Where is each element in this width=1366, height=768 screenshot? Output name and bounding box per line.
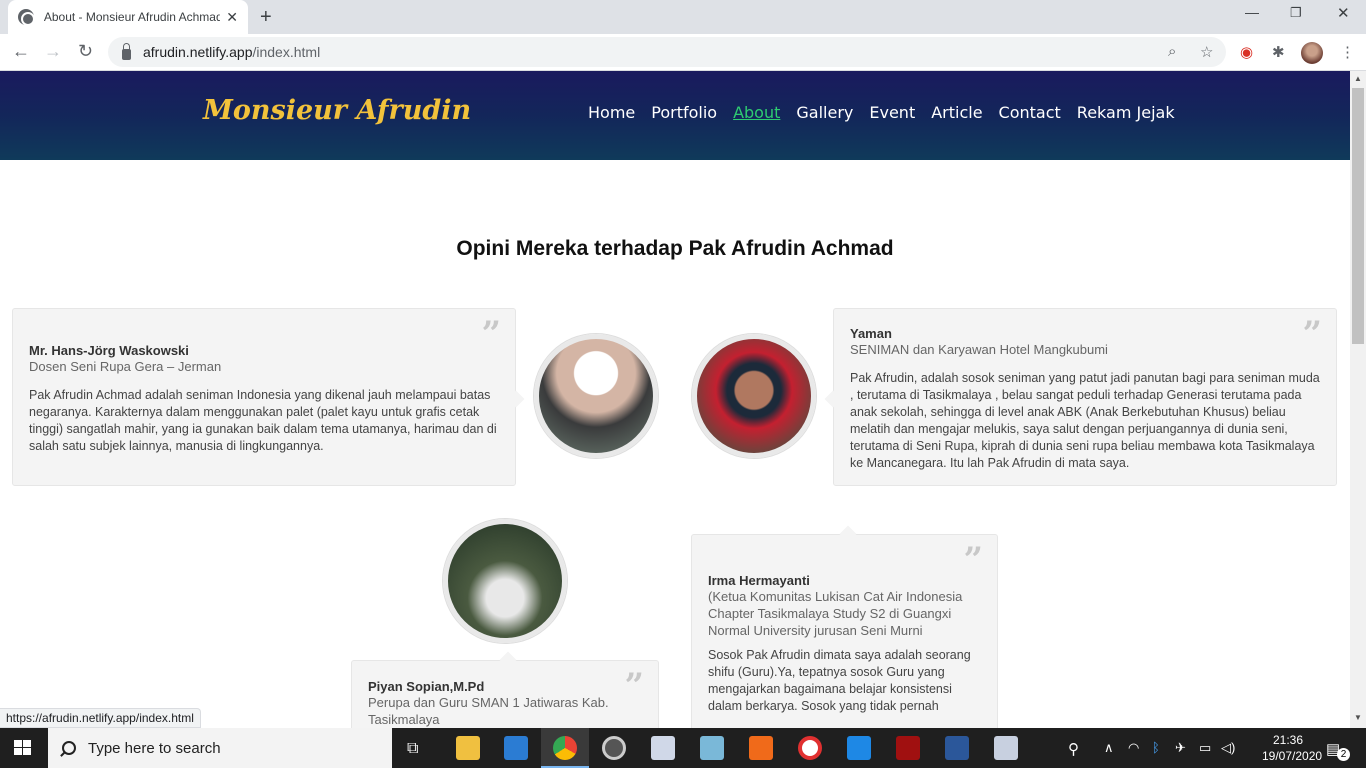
lock-icon [122,42,131,60]
card-pointer [499,651,517,669]
nav-contact[interactable]: Contact [999,103,1061,122]
status-link: https://afrudin.netlify.app/index.html [0,708,201,728]
scroll-down-icon[interactable]: ▼ [1354,713,1362,722]
quote-icon: ” [481,314,501,354]
site-brand[interactable]: Monsieur Afrudin [203,95,471,126]
section-heading: Opini Mereka terhadap Pak Afrudin Achmad [456,237,894,260]
menu-icon[interactable]: ⋮ [1340,43,1355,61]
card-pointer [824,390,842,408]
scrollbar-thumb[interactable] [1352,88,1364,344]
nav-portfolio[interactable]: Portfolio [651,103,717,122]
testimonial-card: ” Piyan Sopian,M.Pd Perupa dan Guru SMAN… [351,651,659,728]
testimonial-card: ” Yaman SENIMAN dan Karyawan Hotel Mangk… [824,308,1337,486]
extension-icon[interactable]: ◉ [1240,43,1253,61]
tab-title: About - Monsieur Afrudin Achmad [43,10,221,24]
notes-icon[interactable] [700,736,724,760]
zoom-icon[interactable]: ⌕ [1168,43,1176,60]
new-tab-icon[interactable]: + [260,6,272,29]
url-host: afrudin.netlify.app [143,44,253,60]
nav-about[interactable]: About [733,103,780,122]
paint-icon[interactable] [651,736,675,760]
nav-home[interactable]: Home [588,103,635,122]
clock-date: 19/07/2020 [1262,749,1323,763]
browser-tabbar: About - Monsieur Afrudin Achmad ✕ + — ❐ … [0,0,1366,34]
close-tab-icon[interactable]: ✕ [226,9,238,26]
url-path: /index.html [252,44,321,60]
avatar-hans [534,334,658,458]
nav-gallery[interactable]: Gallery [796,103,853,122]
bluetooth-icon[interactable]: ᛒ [1152,740,1160,755]
testimonial-name: Yaman [850,326,892,341]
quote-icon: ” [624,666,644,706]
testimonial-name: Irma Hermayanti [708,573,810,588]
search-icon [62,741,76,755]
browser-tab[interactable]: About - Monsieur Afrudin Achmad ✕ [8,0,248,34]
windows-taskbar: Type here to search ⧉ ⚲ ∧ ◠ ᛒ ✈ ▭ ◁) 21:… [0,728,1366,768]
notification-count: 2 [1337,748,1350,761]
paint3d-icon[interactable] [994,736,1018,760]
testimonial-role: (Ketua Komunitas Lukisan Cat Air Indones… [708,589,963,638]
testimonial-role: Perupa dan Guru SMAN 1 Jatiwaras Kab. Ta… [368,695,609,727]
file-explorer-icon[interactable] [456,736,480,760]
recorder-icon[interactable] [798,736,822,760]
windows-start-icon[interactable] [14,740,32,756]
testimonial-role: SENIMAN dan Karyawan Hotel Mangkubumi [850,342,1108,357]
testimonial-card: ” Mr. Hans-Jörg Waskowski Dosen Seni Rup… [12,308,525,486]
wifi-icon[interactable]: ◠ [1128,740,1139,756]
globe-icon [18,9,35,26]
word-icon[interactable] [945,736,969,760]
testimonial-text: Sosok Pak Afrudin dimata saya adalah seo… [708,648,971,713]
reload-icon[interactable]: ↻ [78,41,93,62]
battery-icon[interactable]: ▭ [1199,740,1211,756]
video-editor-icon[interactable] [847,736,871,760]
testimonial-text: Pak Afrudin Achmad adalah seniman Indone… [29,388,497,453]
profile-avatar[interactable] [1301,42,1323,64]
flash-icon[interactable] [896,736,920,760]
bookmark-star-icon[interactable]: ☆ [1200,43,1213,61]
taskbar-search[interactable]: Type here to search [48,728,392,768]
nav-rekam-jejak[interactable]: Rekam Jejak [1077,103,1175,122]
clock-time: 21:36 [1272,733,1304,747]
xampp-icon[interactable] [749,736,773,760]
web-page: Monsieur Afrudin Home Portfolio About Ga… [0,71,1350,728]
avatar-piyan [443,519,567,643]
testimonial-role: Dosen Seni Rupa Gera – Jerman [29,359,222,374]
page-scrollbar[interactable]: ▲ ▼ [1350,71,1366,728]
taskbar-clock[interactable]: 21:36 19/07/2020 [1262,732,1323,764]
minimize-icon[interactable]: — [1245,4,1259,20]
quote-icon: ” [963,540,983,580]
testimonial-text: Pak Afrudin, adalah sosok seniman yang p… [850,371,1320,470]
testimonial-card: ” Irma Hermayanti (Ketua Komunitas Lukis… [691,525,998,728]
back-icon[interactable]: ← [12,41,30,62]
testimonial-name: Piyan Sopian,M.Pd [368,679,485,694]
card-pointer [839,525,857,543]
task-view-icon[interactable]: ⧉ [407,740,418,758]
window-close-icon[interactable]: ✕ [1337,4,1350,22]
people-icon[interactable]: ⚲ [1068,740,1079,758]
browser-toolbar: ← → ↻ afrudin.netlify.app/index.html ⌕ ☆… [0,34,1366,71]
site-nav: Home Portfolio About Gallery Event Artic… [588,103,1175,122]
card-pointer [507,390,525,408]
quote-icon: ” [1302,314,1322,354]
nav-article[interactable]: Article [931,103,982,122]
nav-event[interactable]: Event [869,103,915,122]
mail-icon[interactable] [504,736,528,760]
show-hidden-icon[interactable]: ∧ [1104,740,1114,756]
taskbar-search-placeholder: Type here to search [88,739,221,757]
address-bar[interactable]: afrudin.netlify.app/index.html [108,37,1226,67]
site-header: Monsieur Afrudin Home Portfolio About Ga… [0,71,1350,160]
puzzle-icon[interactable]: ✱ [1272,43,1285,61]
scroll-up-icon[interactable]: ▲ [1354,74,1362,83]
testimonial-name: Mr. Hans-Jörg Waskowski [29,343,189,358]
media-player-icon[interactable] [602,736,626,760]
restore-icon[interactable]: ❐ [1290,5,1302,21]
network-icon[interactable]: ✈ [1175,740,1186,756]
avatar-yaman [692,334,816,458]
volume-icon[interactable]: ◁) [1221,740,1235,756]
chrome-icon[interactable] [553,736,577,760]
forward-icon[interactable]: → [44,41,62,62]
